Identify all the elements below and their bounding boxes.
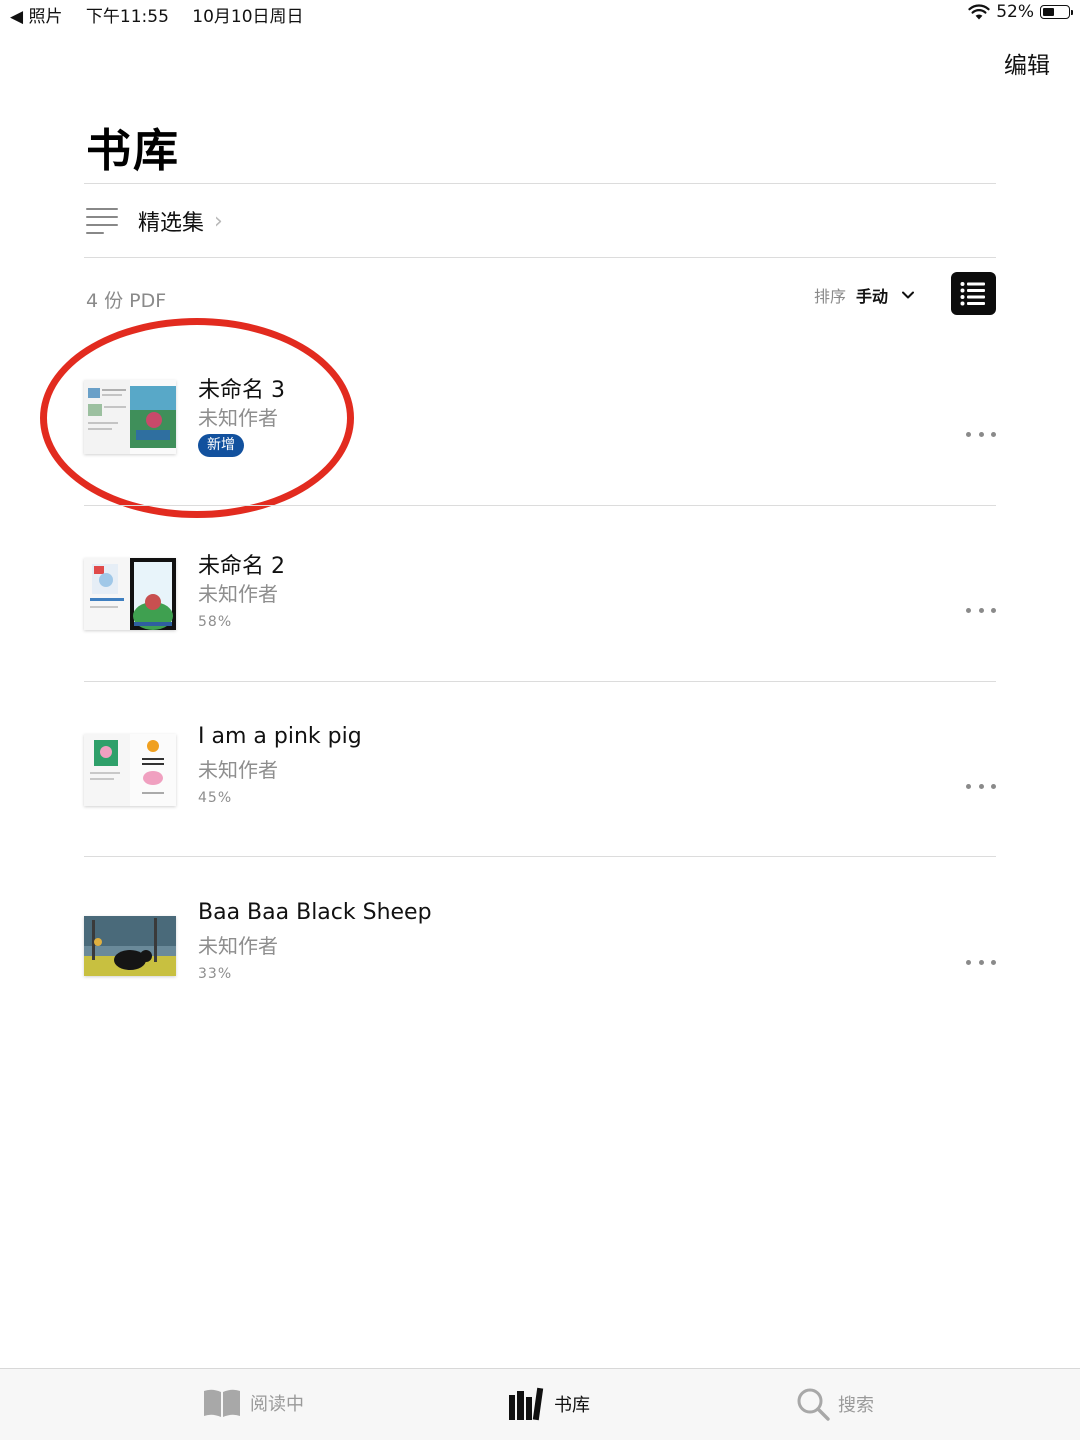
book-cover-thumbnail — [84, 734, 176, 806]
divider — [84, 681, 996, 682]
reading-progress: 33% — [198, 966, 233, 982]
ellipsis-icon — [966, 431, 971, 437]
ellipsis-icon — [966, 783, 971, 789]
divider — [84, 257, 996, 258]
reading-progress: 58% — [198, 614, 233, 630]
book-row[interactable]: 未命名 3 未知作者 新增 — [84, 360, 996, 534]
reading-progress: 45% — [198, 790, 233, 806]
page-title: 书库 — [86, 124, 181, 177]
list-view-icon — [960, 282, 985, 306]
sort-label: 排序 — [814, 287, 847, 306]
ellipsis-icon — [966, 959, 971, 965]
tab-bar: 阅读中 书库 搜索 — [0, 1368, 1080, 1440]
more-options-button[interactable] — [966, 604, 996, 616]
tab-label: 书库 — [554, 1395, 590, 1416]
list-lines-icon — [86, 208, 118, 234]
book-row[interactable]: 未命名 2 未知作者 58% — [84, 536, 996, 710]
pdf-count-label: 4 份 PDF — [86, 290, 167, 312]
book-title: 未命名 2 — [198, 554, 285, 579]
tab-library[interactable]: 书库 — [508, 1387, 590, 1421]
book-cover-thumbnail — [84, 916, 176, 976]
sort-value: 手动 — [856, 287, 889, 306]
chevron-down-icon — [902, 291, 915, 299]
battery-icon — [1040, 5, 1073, 19]
list-view-toggle-button[interactable] — [951, 272, 996, 315]
status-bar-left: ◀ 照片 下午11:55 10月10日周日 — [10, 2, 322, 27]
battery-fill — [1043, 8, 1054, 16]
divider — [84, 856, 996, 857]
tab-search[interactable]: 搜索 — [796, 1387, 874, 1421]
book-row[interactable]: I am a pink pig 未知作者 45% — [84, 712, 996, 886]
book-author: 未知作者 — [198, 758, 278, 782]
chevron-right-icon: › — [214, 208, 223, 234]
sort-menu[interactable]: 排序 手动 — [814, 283, 915, 307]
back-to-photos-link[interactable]: ◀ 照片 — [10, 7, 62, 27]
book-author: 未知作者 — [198, 406, 278, 430]
tab-reading-now[interactable]: 阅读中 — [202, 1387, 304, 1419]
status-time: 下午11:55 — [85, 7, 169, 27]
new-badge: 新增 — [198, 434, 244, 457]
book-title: I am a pink pig — [198, 724, 362, 749]
library-books-icon — [509, 1387, 544, 1421]
book-cover-thumbnail — [84, 558, 176, 630]
book-title: Baa Baa Black Sheep — [198, 900, 432, 925]
more-options-button[interactable] — [966, 780, 996, 792]
book-title: 未命名 3 — [198, 378, 285, 403]
tab-label: 搜索 — [838, 1395, 874, 1416]
edit-button[interactable]: 编辑 — [1004, 46, 1050, 80]
book-row[interactable]: Baa Baa Black Sheep 未知作者 33% — [84, 888, 996, 1062]
more-options-button[interactable] — [966, 428, 996, 440]
ellipsis-icon — [966, 607, 971, 613]
battery-percentage: 52% — [996, 2, 1034, 22]
tab-label: 阅读中 — [250, 1394, 304, 1415]
status-date: 10月10日周日 — [192, 7, 304, 27]
more-options-button[interactable] — [966, 956, 996, 968]
wifi-icon — [968, 4, 990, 20]
status-bar-right: 52% — [968, 2, 1073, 22]
book-cover-thumbnail — [84, 380, 176, 454]
open-book-icon — [204, 1389, 240, 1417]
book-author: 未知作者 — [198, 582, 278, 606]
collections-label: 精选集 — [138, 211, 205, 236]
divider — [84, 505, 996, 506]
search-icon — [797, 1388, 830, 1421]
book-author: 未知作者 — [198, 934, 278, 958]
divider — [84, 183, 996, 184]
collections-link[interactable]: 精选集 › — [86, 200, 223, 242]
